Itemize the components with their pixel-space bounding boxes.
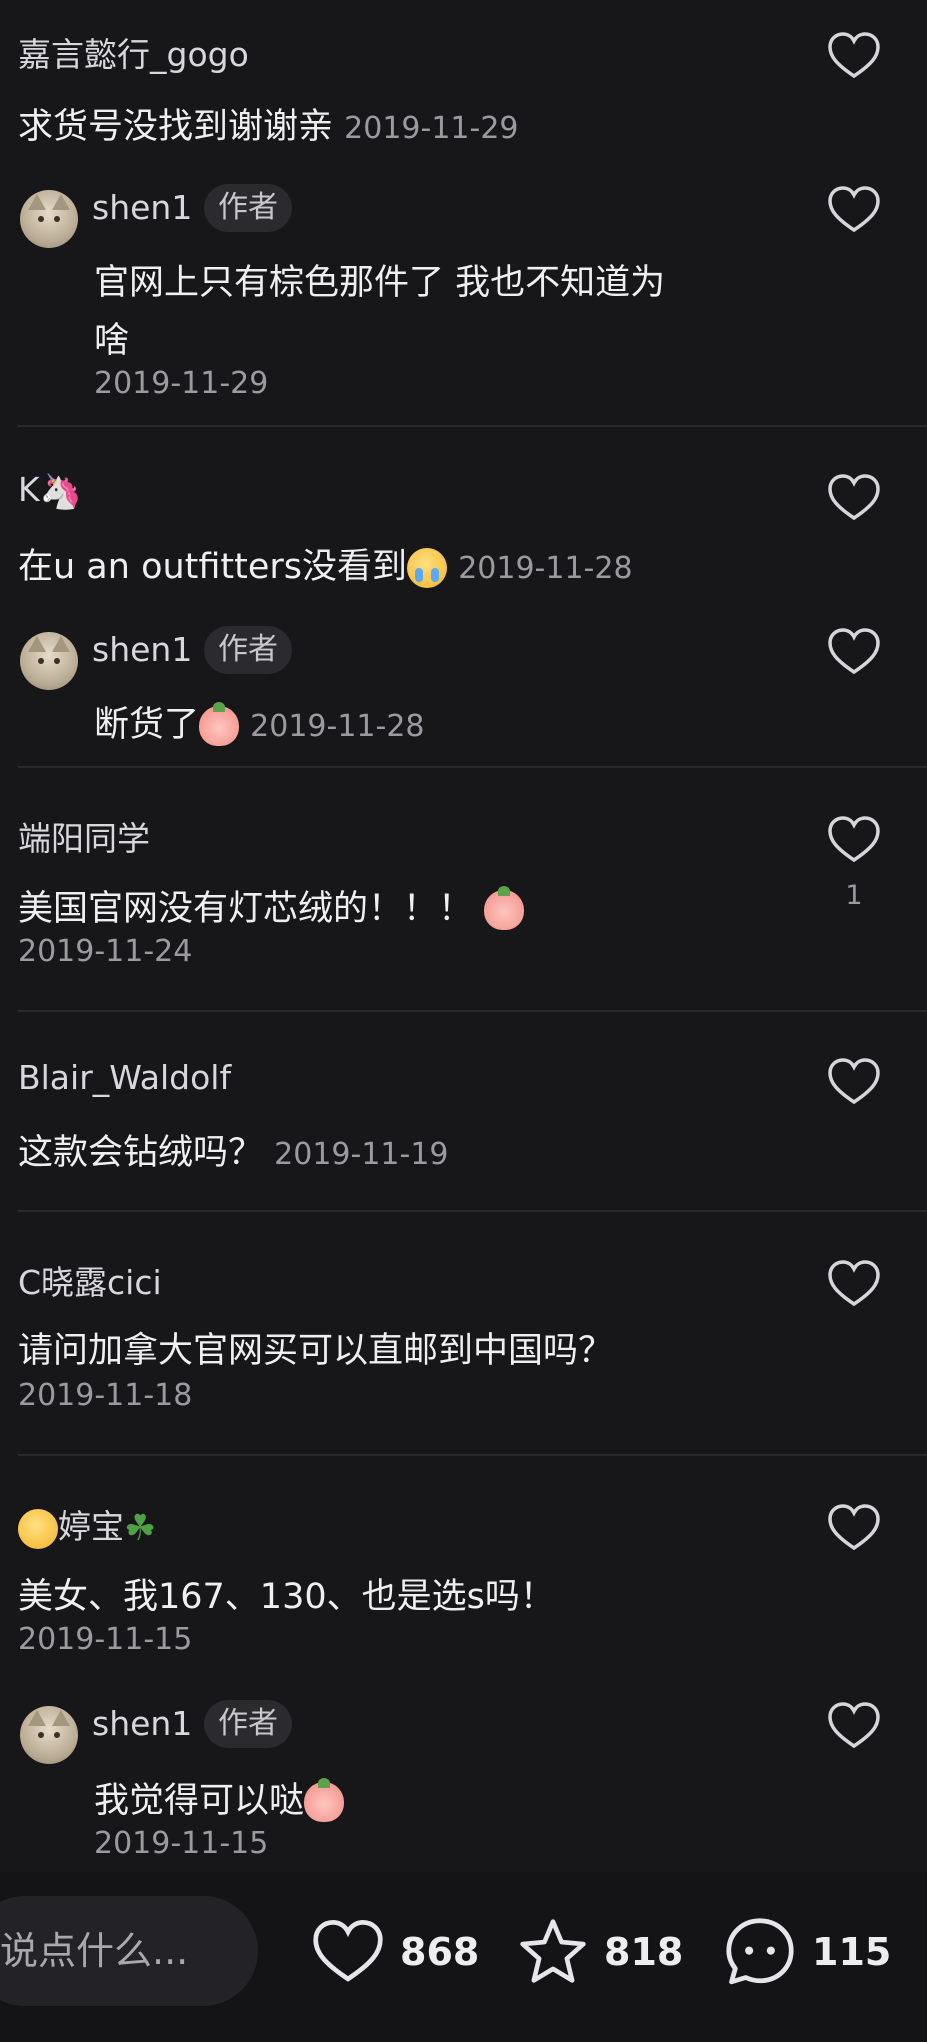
peach-face-icon: [304, 1778, 345, 1822]
heart-icon: [313, 1920, 383, 1982]
divider: [18, 425, 927, 427]
comment-username[interactable]: 端阳同学: [18, 812, 150, 860]
avatar[interactable]: [20, 1706, 78, 1764]
author-badge: 作者: [204, 1700, 292, 1748]
like-count: 868: [400, 1930, 480, 1974]
heart-icon[interactable]: [826, 30, 882, 82]
heart-icon[interactable]: [826, 1056, 882, 1108]
comment-text: 在u an outfitters没看到 2019-11-28: [18, 538, 633, 589]
comment-body: 求货号没找到谢谢亲: [18, 107, 334, 147]
reply-date: 2019-11-29: [94, 366, 269, 401]
unicorn-icon: 🦄: [39, 471, 82, 512]
comment-text: 美国官网没有灯芯绒的！！！: [18, 880, 525, 931]
star-icon: [520, 1919, 586, 1983]
comment-username[interactable]: 嘉言懿行_gogo: [18, 28, 249, 76]
comment-username[interactable]: 婷宝☘: [18, 1500, 156, 1549]
comment-date: 2019-11-28: [458, 551, 633, 586]
comment-body: 这款会钻绒吗？: [18, 1133, 264, 1173]
divider: [18, 1454, 927, 1456]
heart-icon[interactable]: [826, 1258, 882, 1310]
peach-face-icon: [484, 886, 525, 930]
reply-body: 断货了: [94, 705, 200, 745]
kiss-face-icon: [18, 1508, 58, 1549]
avatar[interactable]: [20, 190, 78, 248]
comment-body: 美国官网没有灯芯绒的！！！: [18, 889, 474, 929]
divider: [18, 1210, 927, 1212]
comment-username[interactable]: K🦄: [18, 470, 82, 512]
favorite-button[interactable]: 818: [516, 1912, 683, 1992]
reply-date: 2019-11-28: [250, 709, 425, 744]
heart-icon[interactable]: [826, 626, 882, 678]
heart-icon[interactable]: [826, 1700, 882, 1752]
like-button[interactable]: 868: [310, 1912, 479, 1992]
heart-icon[interactable]: [826, 184, 882, 236]
reply-text-continued: 啥: [94, 321, 130, 361]
divider: [18, 766, 927, 768]
bottom-action-bar: 说点什么... 868 818 115: [0, 1872, 927, 2042]
comment-text: 求货号没找到谢谢亲 2019-11-29: [18, 98, 519, 149]
author-badge: 作者: [204, 626, 292, 674]
crying-face-icon: [407, 548, 448, 588]
comment-date: 2019-11-15: [18, 1622, 193, 1657]
avatar[interactable]: [20, 632, 78, 690]
comment-button[interactable]: 115: [722, 1912, 891, 1992]
clover-icon: ☘: [124, 1507, 157, 1549]
comment-text: 这款会钻绒吗？ 2019-11-19: [18, 1124, 449, 1175]
peach-face-icon: [199, 702, 240, 746]
reply-username[interactable]: shen1: [92, 630, 192, 669]
comment-date: 2019-11-18: [18, 1378, 193, 1413]
reply-username[interactable]: shen1: [92, 188, 192, 227]
comment-username[interactable]: Blair_Waldolf: [18, 1058, 231, 1097]
comment-count: 115: [812, 1930, 892, 1974]
comment-input[interactable]: 说点什么...: [0, 1896, 258, 2006]
divider: [18, 1010, 927, 1012]
reply-body: 我觉得可以哒: [94, 1781, 305, 1821]
comment-date: 2019-11-24: [18, 934, 193, 969]
heart-icon[interactable]: [826, 472, 882, 524]
comment-date: 2019-11-29: [344, 111, 519, 146]
author-badge: 作者: [204, 184, 292, 232]
comment-text: 美女、我167、130、也是选s吗！: [18, 1577, 555, 1617]
reply-date: 2019-11-15: [94, 1826, 269, 1861]
comment-body: 在u an outfitters没看到: [18, 547, 408, 587]
like-count: 1: [845, 880, 863, 911]
heart-icon[interactable]: [826, 814, 882, 866]
favorite-count: 818: [604, 1930, 684, 1974]
comment-bubble-icon: [726, 1918, 794, 1985]
comment-username[interactable]: C晓露cici: [18, 1256, 162, 1304]
reply-text: 官网上只有棕色那件了 我也不知道为: [94, 263, 666, 303]
comment-date: 2019-11-19: [274, 1137, 449, 1172]
heart-icon[interactable]: [826, 1502, 882, 1554]
reply-text: 断货了 2019-11-28: [94, 696, 425, 747]
reply-username[interactable]: shen1: [92, 1704, 192, 1743]
comment-text: 请问加拿大官网买可以直邮到中国吗？: [18, 1331, 614, 1371]
reply-text: 我觉得可以哒: [94, 1772, 345, 1823]
